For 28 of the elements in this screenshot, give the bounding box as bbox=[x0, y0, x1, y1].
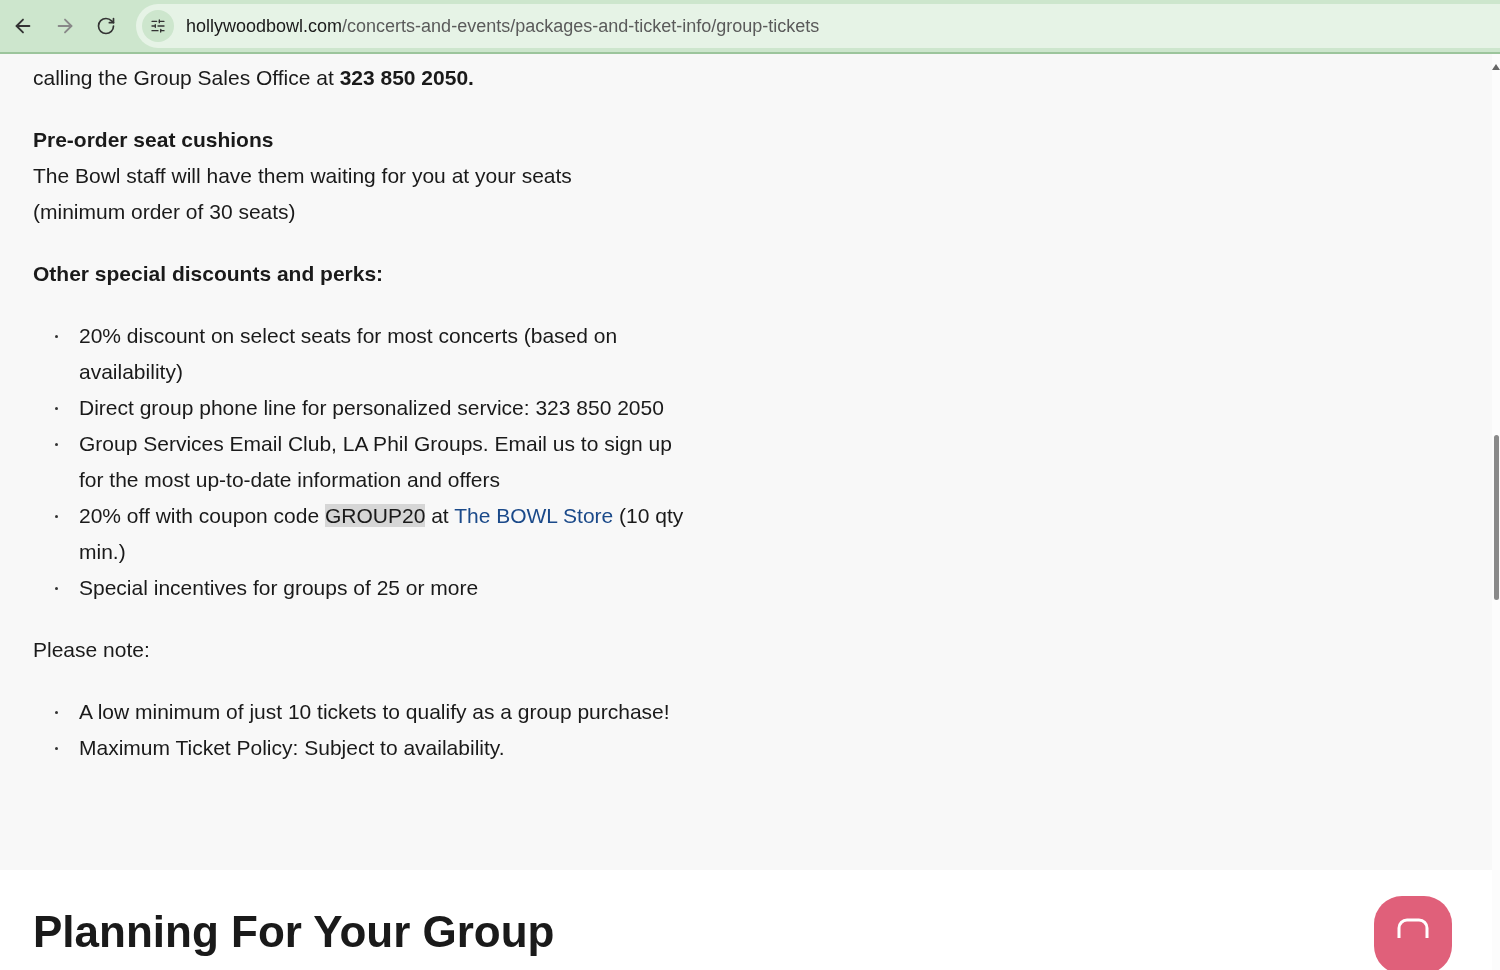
bullet-icon bbox=[55, 335, 58, 338]
chat-button[interactable] bbox=[1374, 896, 1452, 970]
list-item: A low minimum of just 10 tickets to qualify as a group purchase! bbox=[79, 699, 671, 725]
list-item: 20% discount on select seats for most concerts (based on availability) bbox=[79, 323, 619, 385]
intro-text: calling the Group Sales Office at 323 850 2050. bbox=[33, 65, 475, 91]
bullet-icon bbox=[55, 407, 58, 410]
paragraph: The Bowl staff will have them waiting for you at your seats (minimum order of 30 seats) bbox=[33, 163, 573, 225]
scroll-up-icon[interactable] bbox=[1492, 64, 1500, 70]
section-title: Planning For Your Group bbox=[33, 910, 555, 954]
list-item: Maximum Ticket Policy: Subject to availability. bbox=[79, 735, 506, 761]
url-text: hollywoodbowl.com/concerts-and-events/packages-and-ticket-info/group-tickets bbox=[186, 14, 820, 38]
bullet-icon bbox=[55, 587, 58, 590]
section-heading: Other special discounts and perks: bbox=[33, 261, 385, 287]
bullet-icon bbox=[55, 515, 58, 518]
list-item: Special incentives for groups of 25 or more bbox=[79, 575, 480, 601]
bullet-icon bbox=[55, 443, 58, 446]
list-item: 20% off with coupon code GROUP20 at The BOWL Store (10 qty min.) bbox=[79, 503, 684, 565]
reload-icon[interactable] bbox=[96, 16, 116, 36]
list-item: Direct group phone line for personalized service: 323 850 2050 bbox=[79, 395, 665, 421]
store-link[interactable]: The BOWL Store bbox=[454, 504, 614, 527]
bullet-icon bbox=[55, 711, 58, 714]
note-heading: Please note: bbox=[33, 637, 151, 663]
scrollbar-thumb[interactable] bbox=[1493, 435, 1499, 600]
bullet-icon bbox=[55, 747, 58, 750]
section-heading: Pre-order seat cushions bbox=[33, 127, 275, 153]
address-bar[interactable]: hollywoodbowl.com/concerts-and-events/packages-and-ticket-info/group-tickets bbox=[136, 4, 1500, 48]
chat-icon bbox=[1396, 918, 1430, 938]
site-settings-icon[interactable] bbox=[142, 10, 174, 42]
